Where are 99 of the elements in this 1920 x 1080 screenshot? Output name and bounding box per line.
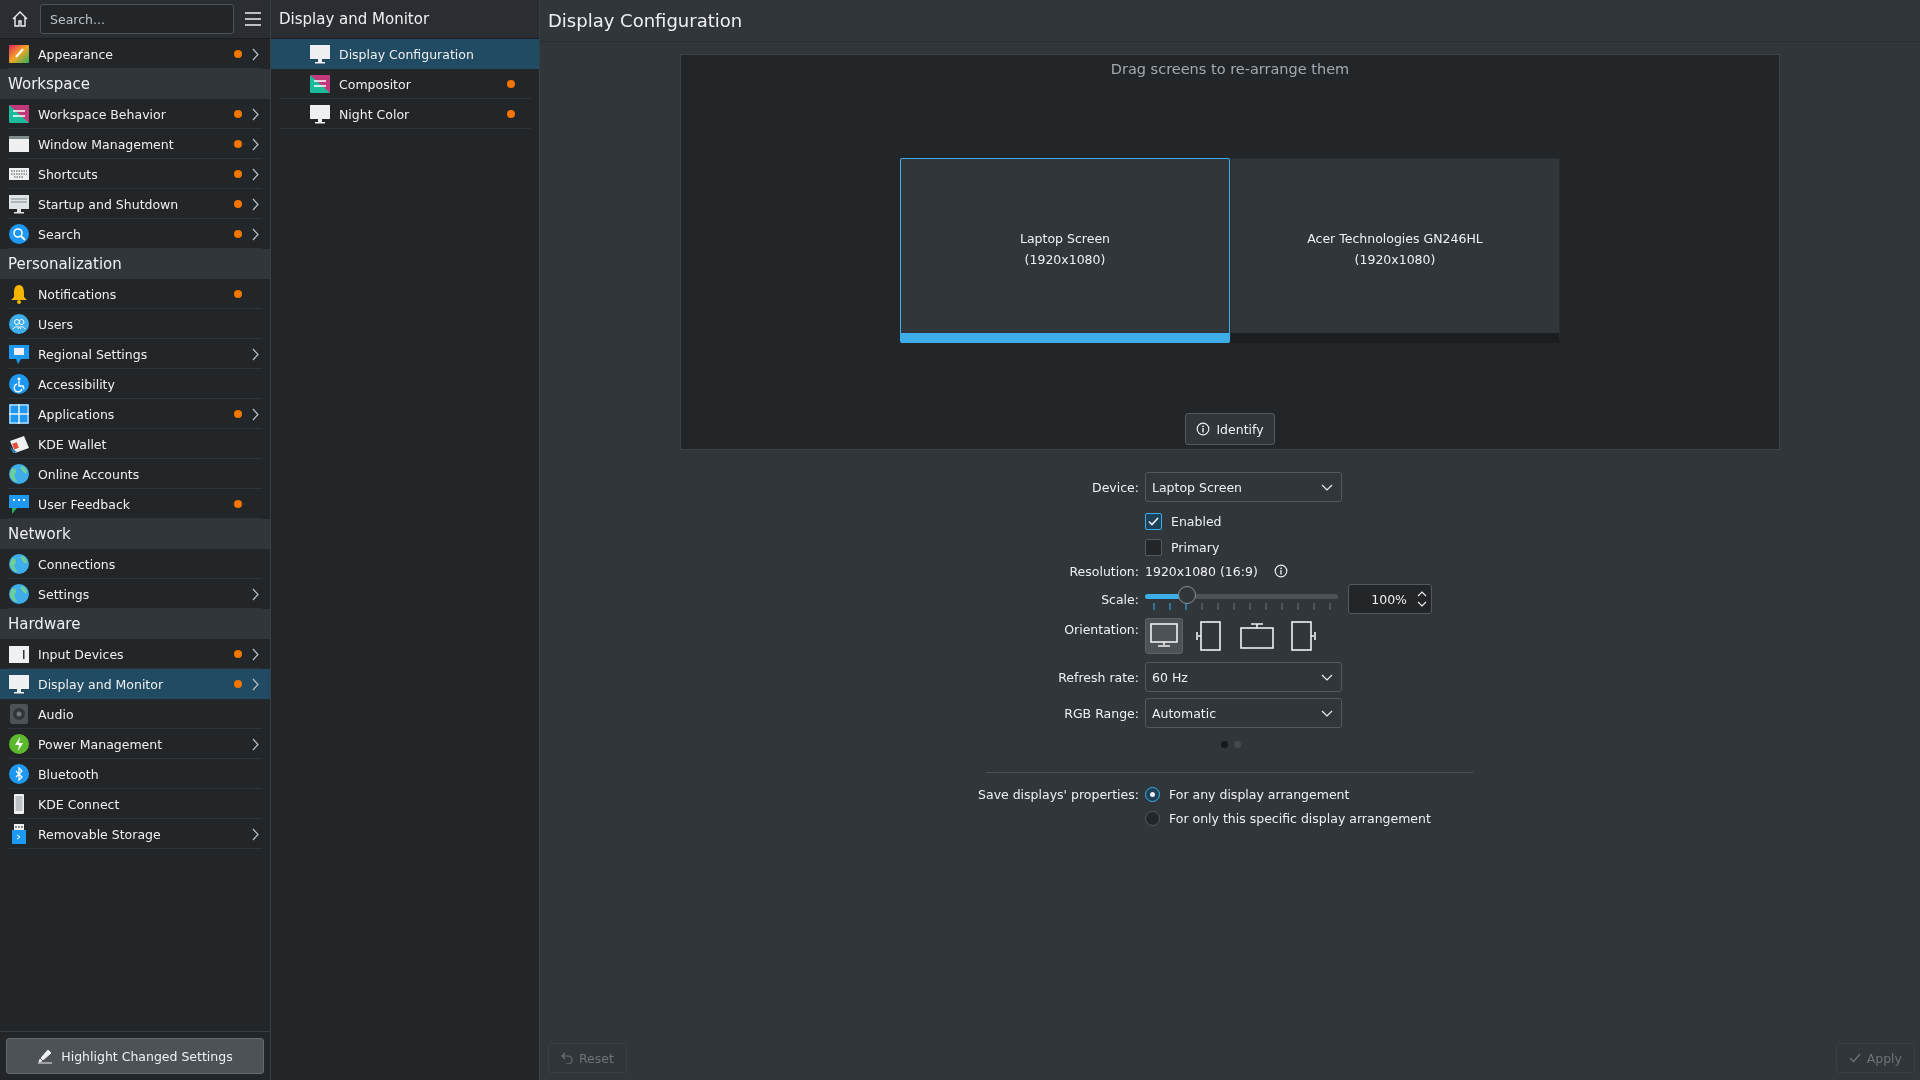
sidebar-item[interactable]: Connections bbox=[0, 549, 270, 579]
sidebar-item[interactable]: Input Devices bbox=[0, 639, 270, 669]
sidebar-item[interactable]: Accessibility bbox=[0, 369, 270, 399]
module-item[interactable]: Display Configuration bbox=[271, 39, 539, 69]
home-icon[interactable] bbox=[10, 9, 30, 29]
module-item[interactable]: Compositor bbox=[271, 69, 539, 99]
palette-icon bbox=[8, 43, 30, 65]
sidebar-item[interactable]: Audio bbox=[0, 699, 270, 729]
sidebar-item[interactable]: Regional Settings bbox=[0, 339, 270, 369]
sidebar-item[interactable]: Notifications bbox=[0, 279, 270, 309]
tablet-icon bbox=[8, 643, 30, 665]
checkbox[interactable] bbox=[1145, 538, 1162, 556]
sidebar-item[interactable]: Appearance bbox=[0, 39, 270, 69]
dropdown-caret-icon bbox=[1321, 709, 1333, 717]
sidebar-item[interactable]: Settings bbox=[0, 579, 270, 609]
section-header: Personalization bbox=[8, 255, 122, 273]
page-title: Display Configuration bbox=[548, 10, 743, 31]
checkbox-label: Enabled bbox=[1171, 513, 1222, 529]
window-icon bbox=[8, 133, 30, 155]
refresh-rate-dropdown[interactable]: 60 Hz bbox=[1145, 662, 1342, 692]
sidebar-item[interactable]: Workspace Behavior bbox=[0, 99, 270, 129]
section-header: Network bbox=[8, 525, 71, 543]
orientation-button[interactable] bbox=[1145, 618, 1183, 654]
highlight-changed-settings-button[interactable]: Highlight Changed Settings bbox=[6, 1038, 264, 1074]
field-label: Orientation: bbox=[1064, 621, 1139, 637]
sidebar-item[interactable]: Display and Monitor bbox=[0, 669, 270, 699]
sliders-icon bbox=[309, 73, 331, 95]
dropdown-caret-icon bbox=[1321, 483, 1333, 491]
scale-spinbox[interactable]: 100% bbox=[1348, 584, 1432, 614]
sidebar-item[interactable]: Bluetooth bbox=[0, 759, 270, 789]
sidebar-item[interactable]: Shortcuts bbox=[0, 159, 270, 189]
radio-button[interactable] bbox=[1145, 810, 1160, 826]
search-icon bbox=[8, 223, 30, 245]
screen-name: Acer Technologies GN246HL bbox=[1307, 231, 1483, 246]
panel-title: Display and Monitor bbox=[279, 10, 430, 28]
search-field[interactable]: Search... bbox=[40, 4, 234, 34]
rgb-range-dropdown[interactable]: Automatic bbox=[1145, 698, 1342, 728]
grid-icon bbox=[8, 403, 30, 425]
screen-tile[interactable]: Laptop Screen (1920x1080) bbox=[900, 158, 1230, 343]
section-header: Hardware bbox=[8, 615, 81, 633]
info-icon[interactable] bbox=[1273, 564, 1288, 578]
sidebar-item[interactable]: Applications bbox=[0, 399, 270, 429]
sidebar-item[interactable]: Power Management bbox=[0, 729, 270, 759]
globe-icon bbox=[8, 583, 30, 605]
screen-resolution: (1920x1080) bbox=[1354, 252, 1436, 267]
sidebar-item[interactable]: User Feedback bbox=[0, 489, 270, 519]
sidebar-item[interactable]: KDE Connect bbox=[0, 789, 270, 819]
accessibility-icon bbox=[8, 373, 30, 395]
checkbox-label: Primary bbox=[1171, 539, 1220, 555]
sidebar-item[interactable]: Removable Storage bbox=[0, 819, 270, 849]
monitor-icon bbox=[8, 673, 30, 695]
spin-arrows-icon[interactable] bbox=[1417, 590, 1427, 608]
arrangement-hint: Drag screens to re-arrange them bbox=[1110, 61, 1350, 77]
scale-slider[interactable] bbox=[1145, 587, 1338, 611]
screen-name: Laptop Screen bbox=[1020, 231, 1110, 246]
users-icon bbox=[8, 313, 30, 335]
undo-icon bbox=[561, 1052, 573, 1064]
sidebar-item[interactable]: Search bbox=[0, 219, 270, 249]
field-label: Refresh rate: bbox=[1058, 669, 1139, 685]
page-indicator-dot[interactable] bbox=[1221, 740, 1228, 748]
sidebar-item[interactable]: KDE Wallet bbox=[0, 429, 270, 459]
field-label: RGB Range: bbox=[1064, 705, 1139, 721]
wallet-icon bbox=[8, 433, 30, 455]
module-item[interactable]: Night Color bbox=[271, 99, 539, 129]
radio-button[interactable] bbox=[1145, 786, 1160, 802]
field-label: Scale: bbox=[1101, 591, 1139, 607]
dropdown-caret-icon bbox=[1321, 673, 1333, 681]
checkmark-icon bbox=[1848, 1053, 1861, 1063]
field-label: Save displays' properties: bbox=[978, 786, 1139, 802]
speaker-icon bbox=[8, 703, 30, 725]
monitor-icon bbox=[309, 103, 331, 125]
lightning-icon bbox=[8, 733, 30, 755]
globe-icon bbox=[8, 553, 30, 575]
sidebar-item[interactable]: Window Management bbox=[0, 129, 270, 159]
radio-label: For only this specific display arrangement bbox=[1169, 810, 1431, 826]
sidebar-item[interactable]: Online Accounts bbox=[0, 459, 270, 489]
bluetooth-icon bbox=[8, 763, 30, 785]
chat-icon bbox=[8, 493, 30, 515]
speech-bubble-icon bbox=[8, 343, 30, 365]
checkbox[interactable] bbox=[1145, 512, 1162, 530]
sidebar-item[interactable]: Startup and Shutdown bbox=[0, 189, 270, 219]
checkmark-icon bbox=[1148, 516, 1159, 526]
section-header: Workspace bbox=[8, 75, 90, 93]
highlighter-icon bbox=[37, 1048, 54, 1064]
monitor-icon bbox=[309, 43, 331, 65]
sliders-icon bbox=[8, 103, 30, 125]
globe-icon bbox=[8, 463, 30, 485]
radio-label: For any display arrangement bbox=[1169, 786, 1350, 802]
screen-resolution: (1920x1080) bbox=[1024, 252, 1106, 267]
menu-icon[interactable] bbox=[244, 11, 262, 27]
screen-tile[interactable]: Acer Technologies GN246HL (1920x1080) bbox=[1230, 158, 1560, 343]
field-label: Resolution: bbox=[1069, 563, 1139, 579]
info-icon bbox=[1196, 422, 1211, 436]
sidebar-item[interactable]: Users bbox=[0, 309, 270, 339]
resolution-value: 1920x1080 (16:9) bbox=[1145, 563, 1258, 579]
monitor-icon bbox=[8, 193, 30, 215]
device-dropdown[interactable]: Laptop Screen bbox=[1145, 472, 1342, 502]
field-label: Device: bbox=[1092, 479, 1139, 495]
identify-button[interactable]: Identify bbox=[1185, 413, 1275, 445]
